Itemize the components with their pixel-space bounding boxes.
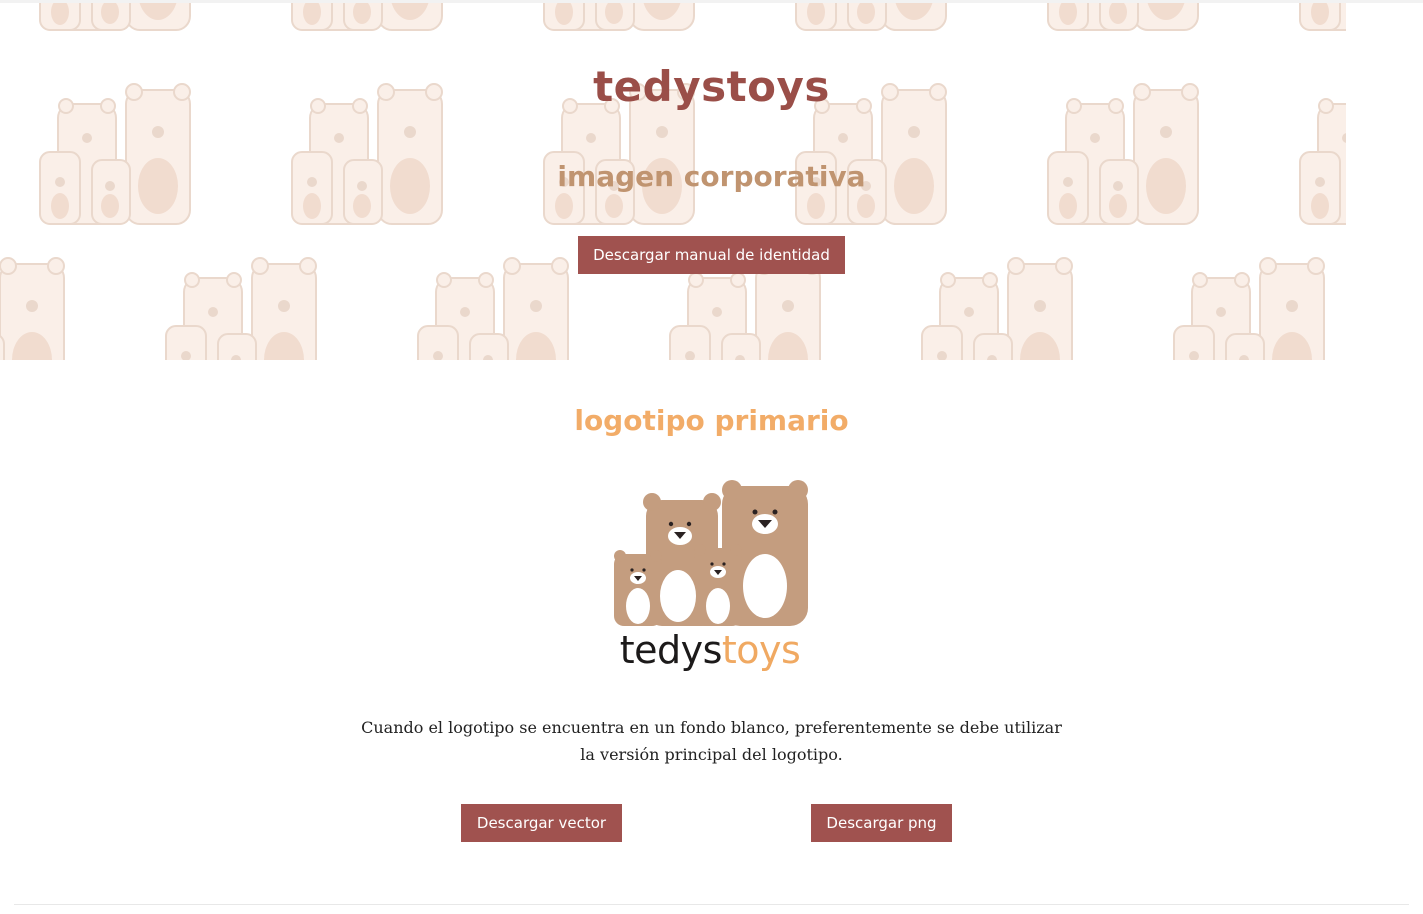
section-divider <box>14 904 1409 905</box>
download-vector-button[interactable]: Descargar vector <box>461 804 622 842</box>
bear-family-icon <box>614 480 808 626</box>
hero-section: tedystoys imagen corporativa Descargar m… <box>0 0 1423 360</box>
download-png-button[interactable]: Descargar png <box>811 804 952 842</box>
wordmark-light: toys <box>721 628 801 672</box>
top-strip <box>0 0 1423 3</box>
wordmark-dark: tedys <box>619 628 723 672</box>
logo-description: Cuando el logotipo se encuentra en un fo… <box>361 718 1062 764</box>
logo-wordmark: tedystoys <box>610 628 810 672</box>
tedystoys-logo: tedystoys <box>610 478 810 688</box>
primary-logo-heading: logotipo primario <box>574 404 849 437</box>
corporate-image-heading: imagen corporativa <box>557 160 866 193</box>
download-manual-button[interactable]: Descargar manual de identidad <box>578 236 845 274</box>
brand-title: tedystoys <box>593 62 830 111</box>
